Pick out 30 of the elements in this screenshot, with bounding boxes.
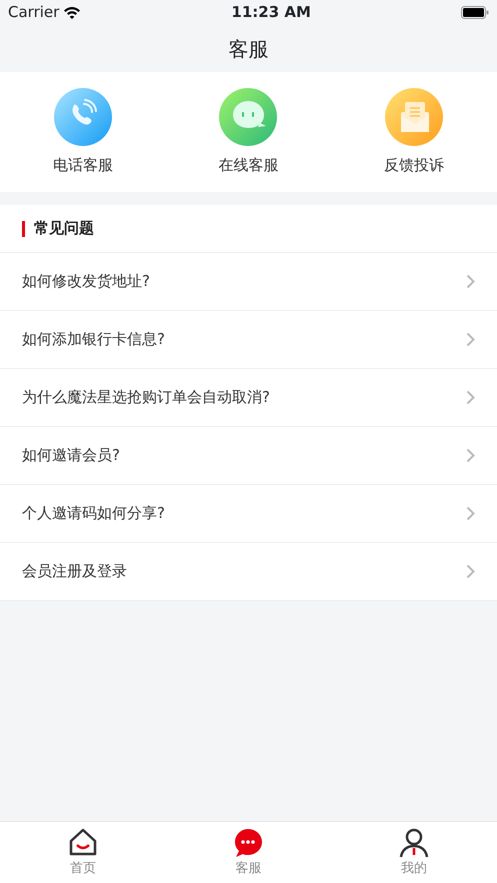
- tab-item[interactable]: 客服: [232, 826, 264, 878]
- chat-service-icon[interactable]: [219, 88, 278, 146]
- faq-item[interactable]: 会员注册及登录: [0, 543, 497, 601]
- faq-item[interactable]: 如何修改发货地址?: [0, 253, 497, 311]
- service-label[interactable]: 电话客服: [52, 154, 113, 176]
- tab-item[interactable]: 我的: [398, 826, 430, 878]
- carrier-name: Carrier: [8, 2, 60, 24]
- faq-item[interactable]: 为什么魔法星选抢购订单会自动取消?: [0, 369, 497, 427]
- chevron-icon: [466, 506, 475, 521]
- chevron-icon: [466, 274, 475, 289]
- service-label[interactable]: 反馈投诉: [384, 154, 444, 176]
- battery-icon: [460, 6, 489, 19]
- chevron-icon: [466, 332, 475, 347]
- tab-item[interactable]: 首页: [66, 826, 99, 878]
- section-title: 常见问题: [34, 218, 94, 240]
- wifi-icon: [63, 6, 82, 19]
- chevron-icon: [466, 390, 475, 405]
- feedback-service-icon[interactable]: [385, 88, 444, 146]
- title-accent-bar: [22, 220, 25, 236]
- service-label[interactable]: 在线客服: [218, 154, 278, 176]
- status-time: 11:23 AM: [231, 2, 311, 24]
- chevron-icon: [466, 564, 475, 579]
- phone-service-icon[interactable]: [54, 88, 112, 146]
- page-title: 客服: [228, 36, 268, 62]
- person-icon: [398, 826, 430, 859]
- chat-bubble-icon: [232, 826, 264, 859]
- faq-item[interactable]: 个人邀请码如何分享?: [0, 485, 497, 543]
- faq-item[interactable]: 如何邀请会员?: [0, 427, 497, 485]
- chevron-icon: [466, 448, 475, 463]
- faq-item[interactable]: 如何添加银行卡信息?: [0, 311, 497, 369]
